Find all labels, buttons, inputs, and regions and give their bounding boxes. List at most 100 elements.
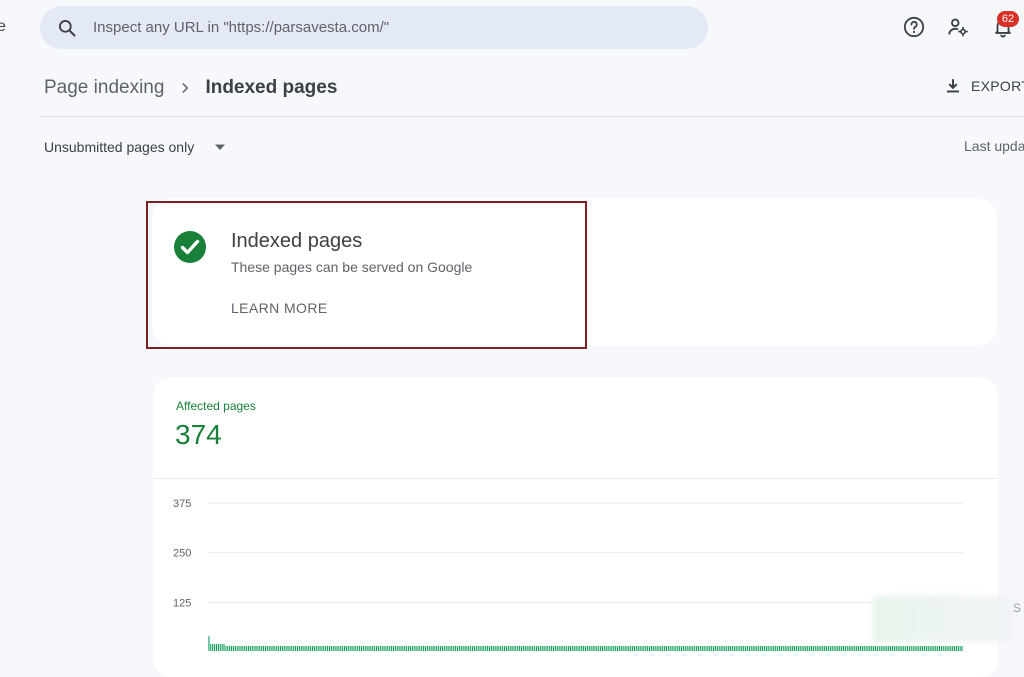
chart-bar[interactable] [283,646,285,651]
chart-bar[interactable] [818,646,820,651]
chart-bar[interactable] [714,646,716,651]
chart-bar[interactable] [871,646,873,651]
chart-bar[interactable] [581,646,583,651]
chart-bar[interactable] [716,646,718,651]
chart-bar[interactable] [374,646,376,651]
chart-bar[interactable] [867,646,869,651]
user-settings-icon[interactable] [947,16,969,38]
chart-bar[interactable] [935,646,937,651]
chart-bar[interactable] [424,646,427,651]
chart-bar[interactable] [406,646,408,651]
chart-bar[interactable] [568,646,570,651]
chart-bar[interactable] [790,646,792,651]
chart-bar[interactable] [221,644,223,651]
chart-bar[interactable] [449,646,451,651]
chart-bar[interactable] [769,646,771,651]
chart-bar[interactable] [923,646,925,651]
chart-bar[interactable] [214,644,216,651]
chart-bar[interactable] [792,646,794,651]
chart-bar[interactable] [626,646,628,651]
chart-bar[interactable] [846,646,848,651]
chart-bar[interactable] [545,646,547,651]
chart-bar[interactable] [773,646,775,651]
chart-bar[interactable] [547,646,549,651]
chart-bar[interactable] [238,646,240,651]
chart-bar[interactable] [520,646,523,651]
chart-bar[interactable] [456,646,459,651]
chart-bar[interactable] [652,646,654,651]
chart-bar[interactable] [765,646,767,651]
chart-bar[interactable] [594,646,596,651]
chart-bar[interactable] [575,646,577,651]
chart-bar[interactable] [473,646,475,651]
chart-bar[interactable] [426,646,428,651]
chart-bar[interactable] [319,646,321,651]
chart-bar[interactable] [844,646,846,651]
chart-bar[interactable] [705,646,707,651]
chart-bar[interactable] [865,646,867,651]
chart-bar[interactable] [579,646,581,651]
chart-bar[interactable] [848,646,850,651]
chart-bar[interactable] [477,646,479,651]
chart-bar[interactable] [232,646,234,651]
chart-bar[interactable] [453,646,455,651]
chart-bar[interactable] [793,646,796,651]
export-button[interactable]: EXPORT [944,77,1024,95]
chart-bar[interactable] [743,646,745,651]
chart-bar[interactable] [920,646,922,651]
chart-bar[interactable] [347,646,349,651]
chart-bar[interactable] [236,646,238,651]
learn-more-link[interactable]: LEARN MORE [231,300,328,316]
chart-bar[interactable] [362,646,364,651]
chart-bar[interactable] [756,646,758,651]
chart-bar[interactable] [824,646,826,651]
chart-bar[interactable] [394,646,396,651]
chart-bar[interactable] [464,646,466,651]
chart-bar[interactable] [782,646,784,651]
chart-bar[interactable] [551,646,553,651]
chart-bar[interactable] [797,646,799,651]
chart-bar[interactable] [906,646,908,651]
chart-bar[interactable] [522,646,524,651]
chart-bar[interactable] [302,646,304,651]
chart-bar[interactable] [656,646,658,651]
chart-bar[interactable] [803,646,805,651]
chart-bar[interactable] [763,646,765,651]
chart-bar[interactable] [413,646,415,651]
chart-bar[interactable] [308,646,310,651]
chart-bar[interactable] [889,646,892,651]
chart-bar[interactable] [814,646,816,651]
chart-bar[interactable] [323,646,325,651]
chart-bar[interactable] [878,646,880,651]
chart-bar[interactable] [487,646,489,651]
chart-bar[interactable] [259,646,261,651]
chart-bar[interactable] [933,646,935,651]
chart-bar[interactable] [662,646,664,651]
chart-bar[interactable] [641,646,643,651]
chart-bar[interactable] [760,646,762,651]
chart-bar[interactable] [647,646,649,651]
chart-bar[interactable] [684,646,686,651]
chart-bar[interactable] [342,646,344,651]
chart-bar[interactable] [650,646,652,651]
chart-bar[interactable] [812,646,814,651]
chart-bar[interactable] [940,646,942,651]
chart-bar[interactable] [439,646,442,651]
chart-bar[interactable] [615,646,617,651]
chart-bar[interactable] [598,646,600,651]
chart-bar[interactable] [298,646,300,651]
search-input[interactable] [93,19,653,36]
chart-bar[interactable] [311,646,314,651]
chart-bar[interactable] [833,646,835,651]
chart-bar[interactable] [780,646,782,651]
chart-bar[interactable] [648,646,651,651]
chart-bar[interactable] [293,646,295,651]
chart-bar[interactable] [291,646,293,651]
chart-bar[interactable] [682,646,684,651]
chart-bar[interactable] [330,646,332,651]
chart-bar[interactable] [257,646,259,651]
chart-bar[interactable] [927,646,929,651]
chart-bar[interactable] [665,646,668,651]
chart-bar[interactable] [837,646,839,651]
chart-bar[interactable] [603,646,605,651]
